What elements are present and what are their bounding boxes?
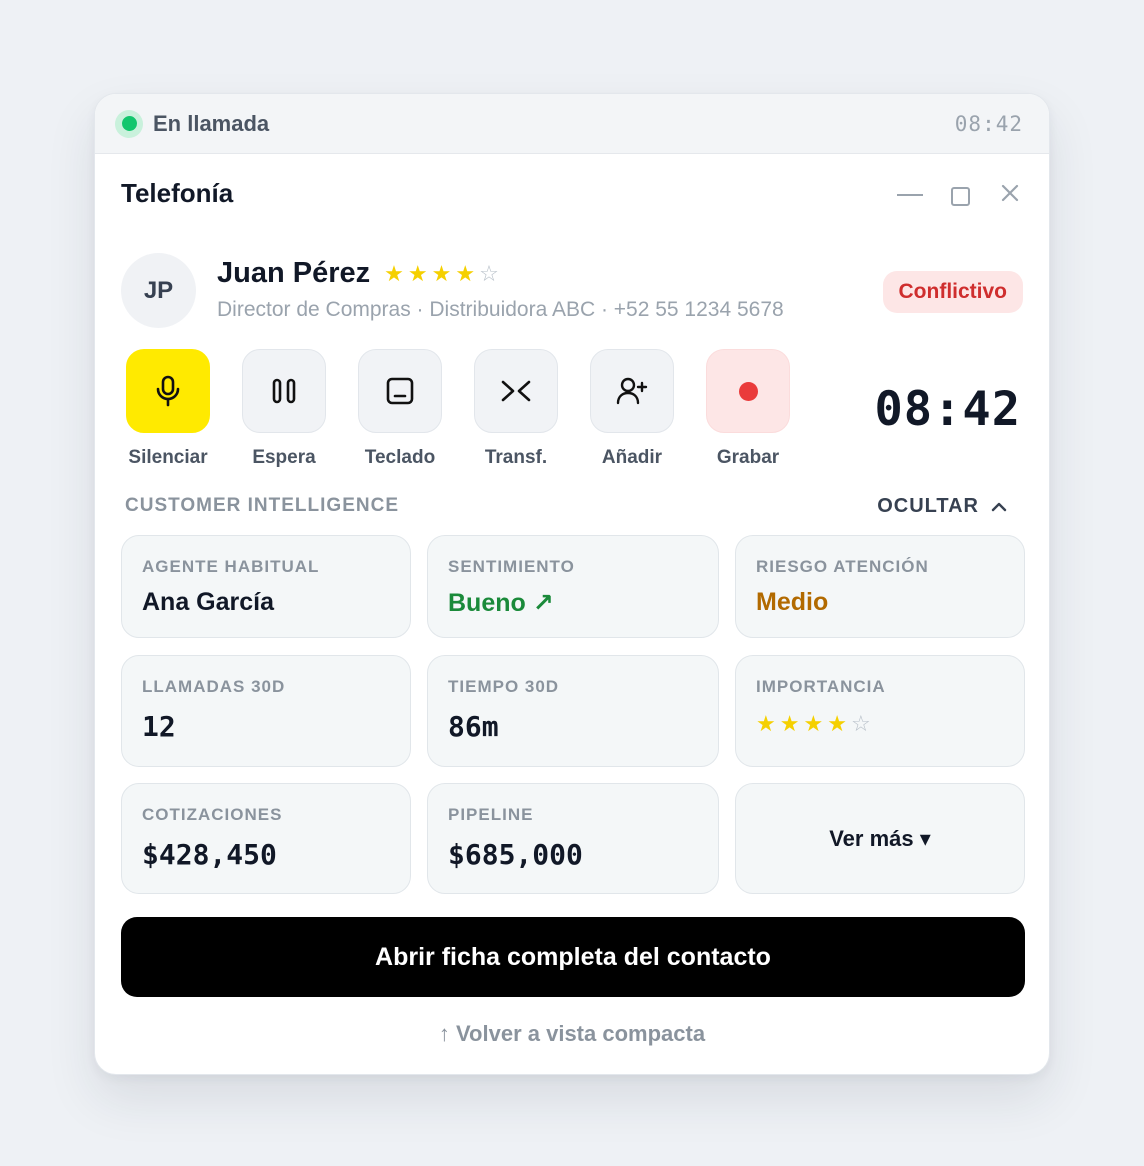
call-status-bar: En llamada 08:42 [95, 94, 1049, 154]
record-icon [738, 381, 758, 401]
transfer-action: Transf. [474, 349, 558, 469]
status-badge: Conflictivo [882, 271, 1023, 313]
star-filled-icon: ★ [756, 711, 776, 736]
record-button[interactable] [706, 349, 790, 433]
intelligence-header: CUSTOMER INTELLIGENCE [125, 495, 399, 516]
compact-view-link[interactable]: ↑ Volver a vista compacta [95, 1021, 1049, 1047]
card-time: TIEMPO 30D 86m [427, 655, 719, 767]
minimize-icon [897, 194, 923, 196]
see-more-label: Ver más ▾ [829, 825, 931, 851]
call-status-label: En llamada [153, 110, 270, 136]
add-participant-button[interactable] [590, 349, 674, 433]
card-sentiment: SENTIMIENTO Bueno ↗ [427, 535, 719, 638]
mute-action: Silenciar [126, 349, 210, 469]
card-value: Medio [756, 588, 829, 616]
card-label: AGENTE HABITUAL [142, 557, 320, 576]
card-value: $428,450 [142, 838, 277, 871]
star-empty-icon: ☆ [479, 260, 499, 286]
maximize-button[interactable] [947, 180, 973, 206]
card-label: IMPORTANCIA [756, 677, 886, 696]
star-empty-icon: ☆ [850, 711, 871, 736]
window-title: Telefonía [121, 178, 234, 208]
star-filled-icon: ★ [455, 260, 476, 286]
keypad-label: Teclado [364, 447, 436, 468]
hold-button[interactable] [242, 349, 326, 433]
keypad-icon [386, 377, 414, 405]
maximize-icon [950, 186, 970, 206]
card-label: PIPELINE [448, 805, 534, 824]
open-contact-button[interactable]: Abrir ficha completa del contacto [121, 917, 1025, 997]
card-quotes: COTIZACIONES $428,450 [121, 783, 411, 894]
call-status-time: 08:42 [954, 111, 1023, 136]
importance-rating: ★ ★ ★ ★ ☆ [756, 713, 871, 735]
telephony-window: En llamada 08:42 Telefonía JP Juan Pérez… [94, 93, 1050, 1075]
card-value: 86m [448, 710, 499, 743]
hold-label: Espera [252, 447, 316, 468]
card-label: COTIZACIONES [142, 805, 283, 824]
keypad-button[interactable] [358, 349, 442, 433]
microphone-icon [156, 375, 180, 407]
star-filled-icon: ★ [384, 260, 404, 286]
record-label: Grabar [716, 447, 780, 468]
star-filled-icon: ★ [431, 260, 452, 286]
card-value: Bueno ↗ [448, 589, 554, 617]
card-value: 12 [142, 710, 176, 743]
transfer-label: Transf. [484, 447, 548, 468]
card-value: $685,000 [448, 838, 583, 871]
star-filled-icon: ★ [779, 711, 800, 736]
mute-label: Silenciar [128, 447, 208, 468]
intelligence-toggle[interactable]: OCULTAR [877, 495, 1007, 518]
contact-rating: ★ ★ ★ ★ ☆ [384, 260, 499, 286]
see-more-button[interactable]: Ver más ▾ [735, 783, 1025, 894]
contact-header: Juan Pérez ★ ★ ★ ★ ☆ [217, 257, 499, 290]
card-label: TIEMPO 30D [448, 677, 560, 696]
call-timer: 08:42 [874, 382, 1021, 437]
close-icon [1001, 184, 1019, 202]
card-risk: RIESGO ATENCIÓN Medio [735, 535, 1025, 638]
window-controls [897, 180, 1023, 206]
star-filled-icon: ★ [803, 711, 824, 736]
star-filled-icon: ★ [827, 711, 847, 736]
add-label: Añadir [601, 447, 663, 468]
card-label: RIESGO ATENCIÓN [756, 557, 929, 576]
card-label: LLAMADAS 30D [142, 677, 286, 696]
card-calls: LLAMADAS 30D 12 [121, 655, 411, 767]
intelligence-toggle-label: OCULTAR [877, 495, 979, 517]
card-importance: IMPORTANCIA ★ ★ ★ ★ ☆ [735, 655, 1025, 767]
call-actions: Silenciar Espera Teclado Transf. Añadir … [126, 349, 790, 469]
keypad-action: Teclado [358, 349, 442, 469]
transfer-button[interactable] [474, 349, 558, 433]
chevron-up-icon [991, 502, 1007, 511]
contact-name: Juan Pérez [217, 257, 371, 289]
add-user-icon [616, 377, 648, 405]
contact-subtitle: Director de Compras · Distribuidora ABC … [217, 298, 784, 321]
add-action: Añadir [590, 349, 674, 469]
card-label: SENTIMIENTO [448, 557, 575, 576]
card-pipeline: PIPELINE $685,000 [427, 783, 719, 894]
card-value: Ana García [142, 588, 275, 616]
minimize-button[interactable] [897, 180, 923, 206]
mute-button[interactable] [126, 349, 210, 433]
hold-action: Espera [242, 349, 326, 469]
avatar: JP [121, 253, 196, 328]
live-status-indicator [115, 109, 143, 138]
call-status: En llamada [115, 109, 270, 138]
transfer-icon [501, 380, 531, 402]
pause-icon [272, 378, 296, 404]
record-action: Grabar [706, 349, 790, 469]
star-filled-icon: ★ [407, 260, 428, 286]
close-button[interactable] [997, 180, 1023, 206]
card-agent: AGENTE HABITUAL Ana García [121, 535, 411, 638]
